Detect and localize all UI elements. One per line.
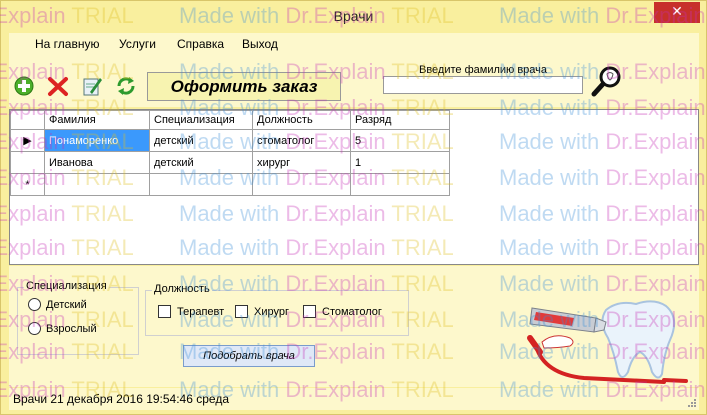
menu-item-services[interactable]: Услуги (119, 37, 156, 51)
table-row[interactable]: Иванова детский хирург 1 (10, 151, 450, 174)
delete-icon[interactable] (47, 75, 69, 97)
specialization-group-title: Специализация (24, 280, 109, 292)
doctors-table: Фамилия Специализация Должность Разряд ▶… (10, 110, 450, 196)
surname-search-input[interactable] (383, 76, 583, 94)
checkbox[interactable] (158, 305, 171, 318)
column-header-grade[interactable]: Разряд (350, 110, 450, 130)
checkbox-therapist[interactable]: Терапевт (158, 305, 224, 318)
column-header-position[interactable]: Должность (252, 110, 351, 130)
window-title: Врачи (333, 8, 374, 24)
edit-icon[interactable] (81, 75, 103, 97)
table-cell[interactable] (44, 173, 150, 196)
radio-button[interactable] (28, 322, 41, 335)
table-cell[interactable]: хирург (252, 151, 351, 174)
checkbox-label: Стоматолог (322, 305, 382, 318)
radio-child[interactable]: Детский (28, 298, 87, 311)
search-label: Введите фамилию врача (419, 64, 548, 76)
status-bar: Врачи 21 декабря 2016 19:54:46 среда (9, 388, 699, 410)
column-header-surname[interactable]: Фамилия (44, 110, 150, 130)
table-cell[interactable]: 1 (350, 151, 450, 174)
close-button[interactable]: ✕ (654, 2, 700, 23)
toothbrush-toothpaste-image (527, 300, 688, 384)
table-cell[interactable]: Понаморенко (44, 129, 150, 152)
doctors-grid[interactable]: Фамилия Специализация Должность Разряд ▶… (9, 109, 699, 265)
add-icon[interactable] (13, 75, 35, 97)
table-cell[interactable]: Иванова (44, 151, 150, 174)
menu-bar: На главную Услуги Справка Выход (9, 33, 699, 55)
title-bar: Врачи ✕ (1, 1, 706, 32)
new-row[interactable]: * (10, 173, 450, 196)
row-header[interactable] (10, 151, 45, 174)
toolbar: Оформить заказ Введите фамилию врача (9, 55, 699, 107)
menu-item-home[interactable]: На главную (35, 37, 99, 51)
filter-panel: Специализация Детский Взрослый Должность… (9, 266, 699, 387)
current-row-marker[interactable]: ▶ (10, 129, 45, 152)
checkbox-label: Хирург (254, 305, 289, 318)
checkbox-surgeon[interactable]: Хирург (235, 305, 289, 318)
menu-item-exit[interactable]: Выход (242, 37, 278, 51)
main-window: Врачи ✕ На главную Услуги Справка Выход (0, 0, 707, 415)
table-cell[interactable] (350, 173, 450, 196)
specialization-group: Специализация Детский Взрослый (17, 280, 139, 355)
radio-label: Взрослый (46, 322, 97, 335)
magnifier-icon[interactable] (591, 65, 625, 97)
table-cell[interactable] (252, 173, 351, 196)
new-row-marker[interactable]: * (10, 173, 45, 196)
refresh-icon[interactable] (115, 75, 137, 97)
table-header-row: Фамилия Специализация Должность Разряд (10, 110, 450, 130)
radio-label: Детский (46, 298, 87, 311)
checkbox[interactable] (303, 305, 316, 318)
checkbox-dentist[interactable]: Стоматолог (303, 305, 382, 318)
column-header-specialization[interactable]: Специализация (149, 110, 253, 130)
table-cell[interactable]: детский (149, 129, 253, 152)
table-cell[interactable]: стоматолог (252, 129, 351, 152)
position-group-title: Должность (152, 283, 212, 295)
table-cell[interactable]: детский (149, 151, 253, 174)
menu-item-help[interactable]: Справка (177, 37, 224, 51)
row-header-corner (10, 110, 45, 130)
table-cell[interactable]: 5 (350, 129, 450, 152)
position-group: Должность Терапевт Хирург Стоматолог (145, 283, 409, 336)
resize-grip-icon[interactable] (687, 398, 697, 408)
order-button[interactable]: Оформить заказ (147, 72, 341, 101)
status-text: Врачи 21 декабря 2016 19:54:46 среда (13, 392, 229, 406)
checkbox[interactable] (235, 305, 248, 318)
radio-button[interactable] (28, 298, 41, 311)
radio-adult[interactable]: Взрослый (28, 322, 97, 335)
pick-doctor-button[interactable]: Подобрать врача (183, 345, 315, 367)
table-cell[interactable] (149, 173, 253, 196)
checkbox-label: Терапевт (177, 305, 225, 318)
table-row[interactable]: ▶ Понаморенко детский стоматолог 5 (10, 129, 450, 152)
